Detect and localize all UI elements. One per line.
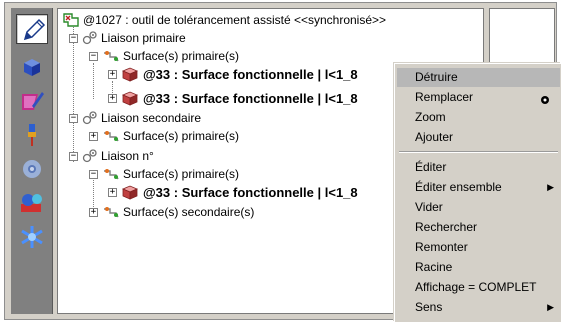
- tree-item-surface-fonctionnelle[interactable]: @33 : Surface fonctionnelle | l<1_8: [120, 183, 358, 201]
- tools-icon: [21, 194, 42, 212]
- menu-item-label: Racine: [415, 260, 453, 274]
- menu-item-label: Éditer ensemble: [415, 180, 502, 194]
- pin-tool-button[interactable]: [16, 120, 48, 150]
- assembly-icon: [82, 31, 97, 45]
- menu-item-label: Éditer: [415, 160, 447, 174]
- tree-item-surfaces-secondaires[interactable]: Surface(s) secondaire(s): [102, 203, 254, 221]
- tree-item-label: Surface(s) primaire(s): [123, 167, 240, 181]
- tree-guide-line: [73, 27, 74, 162]
- expand-button[interactable]: +: [108, 70, 117, 79]
- surface-icon: [104, 169, 119, 180]
- menu-item-detruire[interactable]: Détruire: [397, 68, 560, 87]
- collapse-button[interactable]: −: [69, 34, 78, 43]
- tree-item-label: @33 : Surface fonctionnelle | l<1_8: [143, 184, 358, 200]
- menu-item-ajouter[interactable]: Ajouter: [397, 128, 560, 147]
- tree-item-label: Liaison secondaire: [101, 111, 202, 125]
- busy-cursor-icon: [541, 96, 549, 104]
- tree-root-label: @1027 : outil de tolérancement assisté <…: [83, 13, 387, 27]
- part-icon: [121, 185, 139, 200]
- gear-icon: [23, 160, 41, 178]
- submenu-arrow-icon: ▶: [547, 302, 554, 312]
- tree-item-label: @33 : Surface fonctionnelle | l<1_8: [143, 90, 358, 106]
- menu-item-zoom[interactable]: Zoom: [397, 108, 560, 127]
- menu-item-label: Ajouter: [415, 130, 454, 144]
- menu-item-label: Vider: [415, 200, 443, 214]
- menu-item-label: Affichage = COMPLET: [415, 280, 537, 294]
- expand-button[interactable]: +: [89, 132, 98, 141]
- expand-button[interactable]: +: [108, 94, 117, 103]
- tree-item-surfaces-primaires[interactable]: Surface(s) primaire(s): [102, 165, 239, 183]
- tree-item-label: Surface(s) primaire(s): [123, 129, 240, 143]
- surface-icon: [104, 51, 119, 62]
- pin-icon: [28, 124, 36, 146]
- collapse-button[interactable]: −: [69, 114, 78, 123]
- cube-icon: [24, 59, 40, 76]
- tree-item-liaison-secondaire[interactable]: Liaison secondaire: [82, 109, 201, 127]
- tree-item-label: Surface(s) primaire(s): [123, 49, 240, 63]
- tree-guide-line: [93, 63, 94, 99]
- menu-item-rechercher[interactable]: Rechercher: [397, 218, 560, 237]
- tree-item-liaison-n[interactable]: Liaison n°: [82, 147, 154, 165]
- surface-icon: [104, 131, 119, 142]
- cube-tool-button[interactable]: [16, 52, 48, 82]
- tree-root[interactable]: @1027 : outil de tolérancement assisté <…: [62, 11, 386, 29]
- edit-shape-icon: [22, 92, 44, 110]
- submenu-arrow-icon: ▶: [547, 182, 554, 192]
- tree-root-icon: [63, 13, 79, 27]
- assembly-icon: [82, 149, 97, 163]
- menu-item-remonter[interactable]: Remonter: [397, 238, 560, 257]
- menu-item-editer-ensemble[interactable]: Éditer ensemble ▶: [397, 178, 560, 197]
- tools-tool-button[interactable]: [16, 188, 48, 218]
- left-toolbar: [11, 8, 53, 314]
- menu-item-editer[interactable]: Éditer: [397, 158, 560, 177]
- menu-item-label: Remplacer: [415, 90, 474, 104]
- pencil-tool-button[interactable]: [16, 14, 48, 44]
- menu-item-vider[interactable]: Vider: [397, 198, 560, 217]
- surface-icon: [104, 207, 119, 218]
- gear-tool-button[interactable]: [16, 154, 48, 184]
- tree-item-label: Liaison primaire: [101, 31, 186, 45]
- tree-item-liaison-primaire[interactable]: Liaison primaire: [82, 29, 186, 47]
- tree-item-surfaces-primaires[interactable]: Surface(s) primaire(s): [102, 127, 239, 145]
- tree-item-label: @33 : Surface fonctionnelle | l<1_8: [143, 66, 358, 82]
- pencil-icon: [23, 18, 46, 41]
- menu-separator: [399, 151, 558, 153]
- assembly-icon: [82, 111, 97, 125]
- menu-item-label: Sens: [415, 300, 443, 314]
- menu-item-label: Zoom: [415, 110, 446, 124]
- edit-shape-tool-button[interactable]: [16, 86, 48, 116]
- menu-item-sens[interactable]: Sens ▶: [397, 298, 560, 317]
- collapse-button[interactable]: −: [89, 52, 98, 61]
- menu-item-label: Détruire: [415, 70, 458, 84]
- snowflake-icon: [21, 226, 43, 248]
- collapse-button[interactable]: −: [69, 152, 78, 161]
- part-icon: [121, 91, 139, 106]
- part-icon: [121, 67, 139, 82]
- menu-item-label: Rechercher: [415, 220, 478, 234]
- snowflake-tool-button[interactable]: [16, 222, 48, 252]
- menu-item-label: Remonter: [415, 240, 468, 254]
- tree-item-surface-fonctionnelle[interactable]: @33 : Surface fonctionnelle | l<1_8: [120, 89, 358, 107]
- menu-item-affichage[interactable]: Affichage = COMPLET: [397, 278, 560, 297]
- menu-item-remplacer[interactable]: Remplacer: [397, 88, 560, 107]
- collapse-button[interactable]: −: [89, 170, 98, 179]
- context-menu: Détruire Remplacer Zoom Ajouter Éditer É…: [394, 63, 561, 322]
- expand-button[interactable]: +: [89, 208, 98, 217]
- tree-item-label: Surface(s) secondaire(s): [123, 205, 255, 219]
- tree-item-surfaces-primaires[interactable]: Surface(s) primaire(s): [102, 47, 239, 65]
- tree-item-label: Liaison n°: [101, 149, 154, 163]
- tree-item-surface-fonctionnelle[interactable]: @33 : Surface fonctionnelle | l<1_8: [120, 65, 358, 83]
- menu-item-racine[interactable]: Racine: [397, 258, 560, 277]
- expand-button[interactable]: +: [108, 188, 117, 197]
